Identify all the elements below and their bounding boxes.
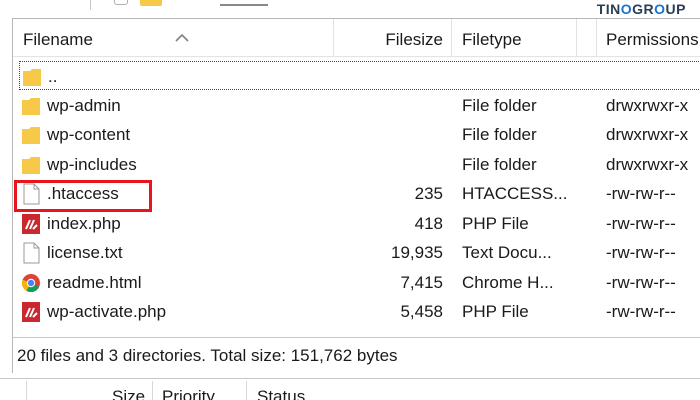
column-divider[interactable]: [576, 19, 577, 57]
tree-folder-icon[interactable]: [140, 0, 162, 6]
file-permissions: drwxrwxr-x: [606, 125, 689, 144]
file-type: File folder: [462, 125, 537, 144]
remote-tree-strip: [0, 0, 700, 14]
table-row[interactable]: wp-admin File folder drwxrwxr-x: [13, 91, 700, 120]
file-permissions: -rw-rw-r--: [606, 243, 676, 262]
file-size: 7,415: [400, 273, 443, 292]
file-permissions: -rw-rw-r--: [606, 184, 676, 203]
queue-column-status[interactable]: Status: [257, 387, 305, 400]
file-name: ..: [48, 67, 58, 86]
folder-icon: [22, 157, 40, 174]
status-bar: 20 files and 3 directories. Total size: …: [13, 337, 700, 373]
file-list-header: Filename Filesize Filetype Permissions: [13, 19, 700, 57]
column-filename[interactable]: Filename: [23, 19, 93, 57]
file-name: index.php: [47, 214, 121, 233]
table-row[interactable]: license.txt 19,935 Text Docu... -rw-rw-r…: [13, 238, 700, 267]
table-row[interactable]: wp-activate.php 5,458 PHP File -rw-rw-r-…: [13, 297, 700, 326]
file-type: File folder: [462, 96, 537, 115]
brand-logo: TINOGROUP: [596, 1, 686, 17]
tree-guide-line: [90, 0, 91, 10]
queue-column-size[interactable]: Size: [112, 387, 145, 400]
file-size: 235: [414, 184, 443, 203]
file-type: Chrome H...: [462, 273, 554, 292]
file-icon: [23, 242, 40, 264]
file-size: 19,935: [391, 243, 443, 262]
table-row[interactable]: wp-content File folder drwxrwxr-x: [13, 120, 700, 149]
queue-column-priority[interactable]: Priority: [162, 387, 215, 400]
folder-icon: [22, 127, 40, 144]
file-size: 5,458: [400, 302, 443, 321]
file-permissions: drwxrwxr-x: [606, 155, 689, 174]
file-name: wp-content: [47, 125, 131, 144]
tree-expander-icon[interactable]: [114, 0, 128, 5]
column-divider[interactable]: [246, 381, 247, 400]
file-type: Text Docu...: [462, 243, 552, 262]
table-row[interactable]: wp-includes File folder drwxrwxr-x: [13, 150, 700, 179]
column-divider[interactable]: [596, 19, 597, 57]
column-divider[interactable]: [152, 381, 153, 400]
folder-icon: [23, 69, 41, 86]
file-permissions: drwxrwxr-x: [606, 96, 689, 115]
file-type: PHP File: [462, 302, 529, 321]
htaccess-highlight-box: [14, 180, 152, 212]
file-permissions: -rw-rw-r--: [606, 273, 676, 292]
table-row[interactable]: ..: [19, 61, 700, 90]
file-permissions: -rw-rw-r--: [606, 302, 676, 321]
php-icon: [22, 302, 40, 322]
file-type: HTACCESS...: [462, 184, 568, 203]
column-filetype[interactable]: Filetype: [462, 19, 522, 57]
column-divider[interactable]: [451, 19, 452, 57]
file-name: wp-includes: [47, 155, 137, 174]
file-name: wp-activate.php: [47, 302, 167, 321]
php-icon: [22, 214, 40, 234]
column-permissions[interactable]: Permissions: [606, 19, 699, 57]
chrome-icon: [21, 274, 40, 293]
file-type: File folder: [462, 155, 537, 174]
file-size: 418: [414, 214, 443, 233]
file-name: wp-admin: [47, 96, 121, 115]
table-row[interactable]: index.php 418 PHP File -rw-rw-r--: [13, 209, 700, 238]
transfer-queue-header: Size Priority Status: [0, 378, 700, 400]
column-divider[interactable]: [26, 381, 27, 400]
remote-file-list: Filename Filesize Filetype Permissions .…: [12, 18, 700, 373]
file-name: readme.html: [47, 273, 142, 292]
tree-folder-label[interactable]: [220, 0, 268, 6]
file-type: PHP File: [462, 214, 529, 233]
file-name: license.txt: [47, 243, 123, 262]
table-row[interactable]: readme.html 7,415 Chrome H... -rw-rw-r--: [13, 268, 700, 297]
folder-icon: [22, 98, 40, 115]
column-filesize[interactable]: Filesize: [343, 19, 443, 57]
column-divider[interactable]: [333, 19, 334, 57]
file-permissions: -rw-rw-r--: [606, 214, 676, 233]
